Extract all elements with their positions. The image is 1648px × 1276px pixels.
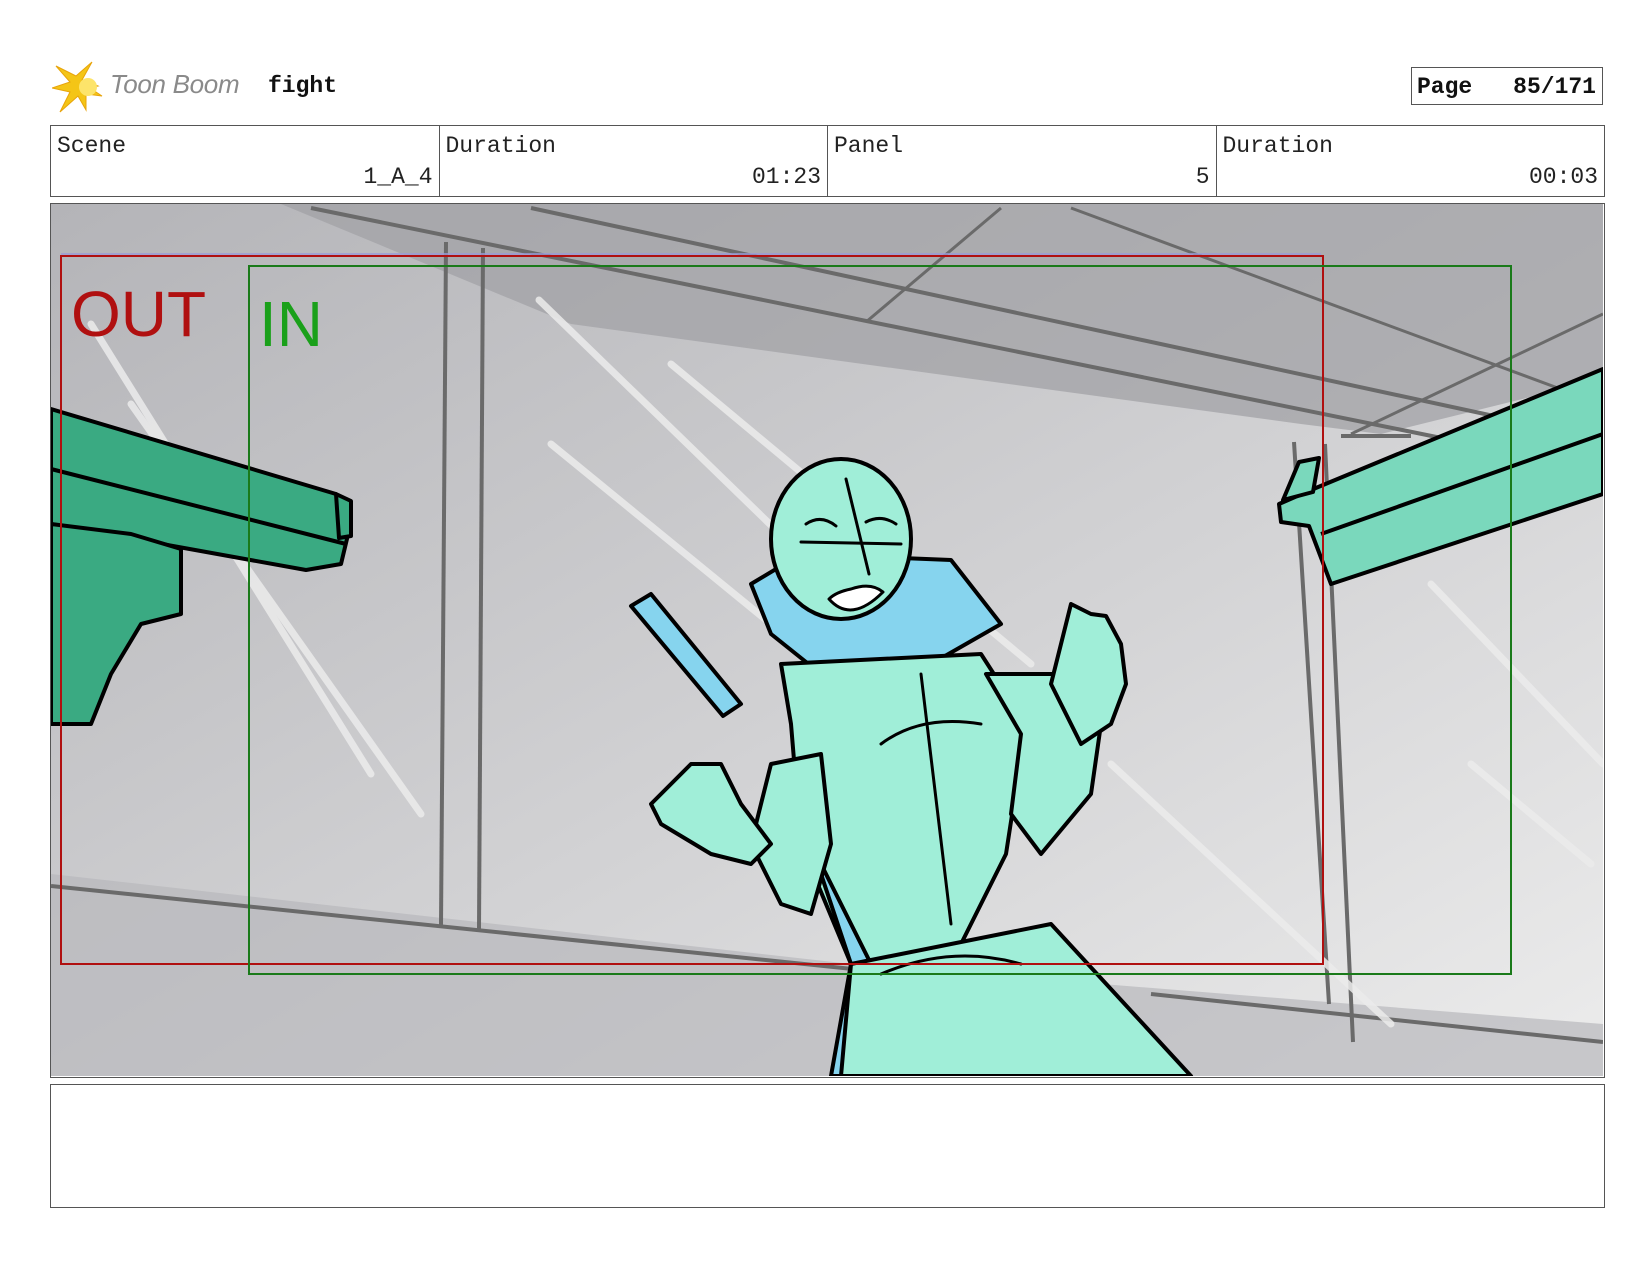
panel-duration-cell: Duration 00:03 [1217,126,1605,196]
page-number: 85/171 [1513,74,1596,100]
panel-notes-box [50,1084,1605,1208]
scene-label: Scene [57,133,127,159]
panel-value: 5 [1195,164,1210,190]
project-title: fight [268,73,338,99]
logo-text: Toon Boom [110,69,240,99]
panel-cell: Panel 5 [828,126,1217,196]
panel-drawing: OUT IN [51,204,1603,1076]
scene-info-row: Scene 1_A_4 Duration 01:23 Panel 5 Durat… [50,125,1605,197]
panel-label: Panel [834,133,904,159]
toon-boom-star-icon [52,61,103,113]
scene-cell: Scene 1_A_4 [51,126,440,196]
out-label: OUT [71,278,206,350]
in-label: IN [259,288,323,360]
page-label: Page [1417,74,1473,100]
scene-duration-label: Duration [445,133,556,159]
storyboard-panel: OUT IN [50,203,1605,1078]
panel-duration-label: Duration [1222,133,1333,159]
scene-value: 1_A_4 [363,164,433,190]
page-indicator: Page 85/171 [1411,67,1603,105]
toon-boom-logo: Toon Boom [52,60,252,116]
scene-duration-cell: Duration 01:23 [440,126,828,196]
scene-duration-value: 01:23 [751,164,821,190]
panel-duration-value: 00:03 [1528,164,1598,190]
